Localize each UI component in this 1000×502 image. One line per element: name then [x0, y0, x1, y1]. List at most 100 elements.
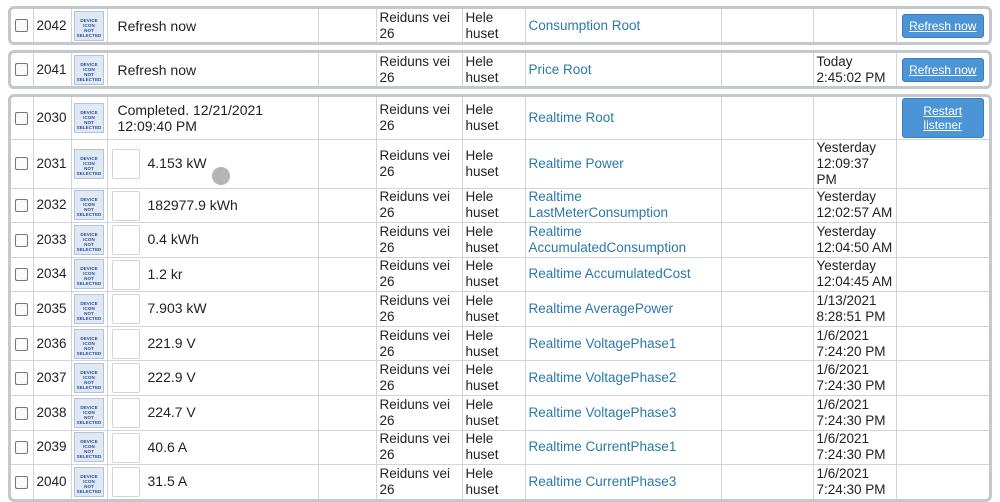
device-name-link[interactable]: Realtime AveragePower: [529, 301, 674, 316]
device-icon-placeholder: DEVICE ICON NOT SELECTED: [74, 294, 104, 325]
name-cell: Realtime CurrentPhase3: [524, 464, 722, 499]
address-cell: Reiduns vei 26: [375, 187, 463, 224]
row-select-checkbox[interactable]: [15, 233, 29, 247]
device-name-link[interactable]: Realtime Power: [529, 156, 624, 171]
device-name-link[interactable]: Realtime VoltagePhase3: [529, 405, 677, 420]
row-select-checkbox[interactable]: [15, 406, 29, 420]
row-select-checkbox[interactable]: [15, 337, 29, 351]
row-select-checkbox[interactable]: [15, 111, 29, 125]
device-name-link[interactable]: Realtime CurrentPhase1: [529, 439, 677, 454]
select-cell: [11, 9, 34, 42]
device-icon-cell: DEVICE ICON NOT SELECTED: [70, 222, 108, 258]
device-name-link[interactable]: Price Root: [529, 62, 592, 77]
empty-cell: [720, 325, 814, 362]
device-icon-cell: DEVICE ICON NOT SELECTED: [70, 291, 108, 327]
value-icon-box: [111, 328, 140, 359]
value-icon-box: [111, 225, 140, 256]
last-updated-time: 1/13/2021 8:28:51 PM: [816, 293, 886, 325]
row-select-checkbox[interactable]: [15, 63, 29, 77]
device-address: Reiduns vei 26: [379, 362, 451, 394]
value-icon-box: [111, 148, 140, 179]
empty-cell: [720, 256, 814, 293]
value-icon-box: [111, 259, 140, 290]
status-cell: Refresh now: [106, 9, 319, 42]
device-group-price: 2041 DEVICE ICON NOT SELECTED Refresh now Reid…: [8, 50, 992, 89]
row-select-checkbox[interactable]: [15, 157, 29, 171]
device-room: Hele huset: [465, 327, 499, 359]
name-cell: Price Root: [524, 53, 722, 86]
device-id-cell: 2037: [32, 360, 72, 397]
device-name-link[interactable]: Realtime VoltagePhase1: [529, 336, 677, 351]
device-address: Reiduns vei 26: [379, 396, 451, 428]
name-cell: Realtime CurrentPhase1: [524, 429, 722, 466]
empty-cell: [720, 187, 814, 224]
address-cell: Reiduns vei 26: [375, 429, 463, 466]
device-name-link[interactable]: Realtime AccumulatedCost: [529, 266, 691, 281]
row-select-checkbox[interactable]: [15, 441, 29, 455]
device-address: Reiduns vei 26: [379, 466, 451, 498]
action-cell: [895, 429, 989, 466]
action-cell: [895, 395, 989, 431]
device-id: 2035: [36, 301, 67, 317]
row-select-checkbox[interactable]: [15, 199, 29, 213]
empty-cell: [720, 97, 814, 140]
device-icon-cell: DEVICE ICON NOT SELECTED: [70, 395, 108, 431]
device-name-link[interactable]: Realtime CurrentPhase3: [529, 474, 677, 489]
device-row: 2041 DEVICE ICON NOT SELECTED Refresh now Reid…: [11, 53, 989, 86]
empty-cell: [317, 429, 377, 466]
device-id-cell: 2033: [32, 222, 72, 258]
placeholder-text: SELECTED: [76, 454, 102, 460]
status-cell: Refresh now: [106, 53, 319, 86]
placeholder-text: SELECTED: [76, 281, 102, 287]
empty-cell: [317, 256, 377, 293]
row-select-checkbox[interactable]: [15, 268, 29, 282]
select-cell: [11, 97, 34, 140]
device-id-cell: 2040: [32, 464, 72, 499]
restart-listener-button[interactable]: Restart listener: [901, 97, 984, 138]
device-name-link[interactable]: Realtime VoltagePhase2: [529, 370, 677, 385]
device-id: 2042: [36, 17, 67, 33]
device-address: Reiduns vei 26: [379, 101, 451, 133]
status-cell: 7.903 kW: [106, 291, 319, 327]
device-room: Hele huset: [465, 147, 499, 179]
last-updated-cell: [812, 9, 897, 42]
placeholder-text: SELECTED: [76, 170, 102, 176]
device-icon-cell: DEVICE ICON NOT SELECTED: [70, 97, 108, 140]
action-cell: [895, 360, 989, 397]
empty-cell: [720, 291, 814, 327]
device-name-link[interactable]: Realtime LastMeterConsumption: [529, 189, 669, 220]
placeholder-text: SELECTED: [76, 124, 102, 130]
device-name-link[interactable]: Realtime AccumulatedConsumption: [529, 224, 687, 255]
device-id: 2041: [36, 61, 67, 77]
row-select-checkbox[interactable]: [15, 303, 29, 317]
device-address: Reiduns vei 26: [379, 147, 451, 179]
placeholder-text: SELECTED: [76, 385, 102, 391]
action-cell: Restart listener: [895, 97, 989, 140]
empty-cell: [720, 9, 814, 42]
device-status: Completed. 12/21/2021 12:09:40 PM: [117, 101, 264, 134]
device-name-link[interactable]: Consumption Root: [529, 18, 641, 33]
empty-cell: [317, 325, 377, 362]
device-name-link[interactable]: Realtime Root: [529, 110, 615, 125]
device-id-cell: 2030: [32, 97, 72, 140]
room-cell: Hele huset: [461, 97, 526, 140]
room-cell: Hele huset: [461, 360, 526, 397]
name-cell: Realtime VoltagePhase3: [524, 395, 722, 431]
value-icon-box: [111, 294, 140, 325]
address-cell: Reiduns vei 26: [375, 325, 463, 362]
device-icon-placeholder: DEVICE ICON NOT SELECTED: [74, 397, 104, 428]
name-cell: Realtime Power: [524, 138, 722, 189]
select-cell: [11, 325, 34, 362]
empty-cell: [720, 222, 814, 258]
row-select-checkbox[interactable]: [15, 372, 29, 386]
empty-cell: [317, 187, 377, 224]
device-address: Reiduns vei 26: [379, 9, 451, 41]
row-select-checkbox[interactable]: [15, 475, 29, 489]
row-select-checkbox[interactable]: [15, 19, 29, 33]
device-id-cell: 2041: [32, 53, 72, 86]
last-updated-cell: 1/6/2021 7:24:20 PM: [812, 325, 897, 362]
refresh-now-button[interactable]: Refresh now: [901, 13, 984, 38]
device-room: Hele huset: [465, 466, 499, 498]
device-icon-placeholder: DEVICE ICON NOT SELECTED: [74, 102, 104, 133]
refresh-now-button[interactable]: Refresh now: [901, 57, 984, 82]
